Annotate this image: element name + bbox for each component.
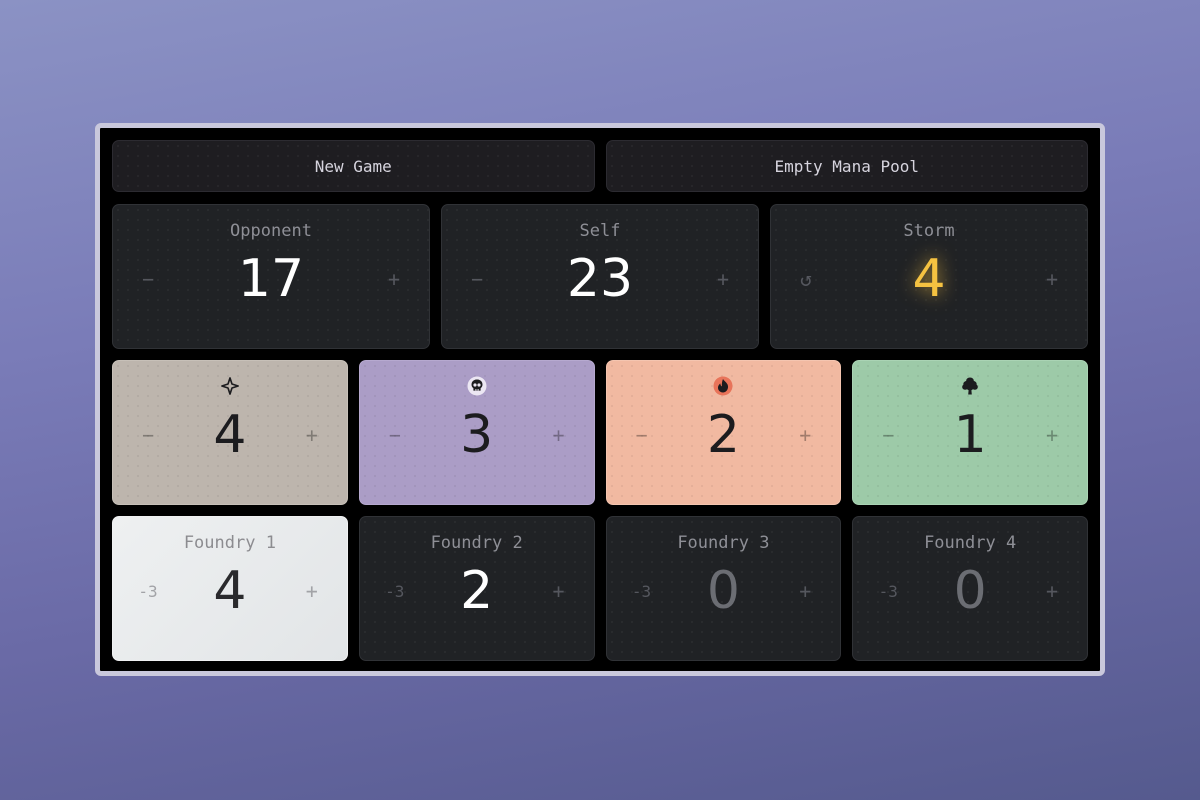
storm-increment-button[interactable]: +: [1034, 263, 1070, 295]
red-mana-icon: [607, 375, 841, 397]
foundry-4-counter: Foundry 4 -3 0 +: [852, 516, 1088, 661]
foundry-2-counter: Foundry 2 -3 2 +: [358, 516, 595, 661]
white-mana-icon: [113, 375, 347, 397]
foundry-4-label: Foundry 4: [924, 533, 1017, 553]
opponent-increment-button[interactable]: +: [376, 263, 412, 295]
foundry-3-label: Foundry 3: [677, 533, 770, 553]
self-increment-button[interactable]: +: [705, 263, 741, 295]
green-mana-counter: − 1 +: [852, 360, 1088, 505]
empty-mana-pool-button[interactable]: Empty Mana Pool: [605, 140, 1088, 192]
foundry-1-label: Foundry 1: [183, 533, 276, 553]
white-mana-counter: − 4 +: [112, 360, 348, 505]
black-mana-increment-button[interactable]: +: [541, 419, 577, 451]
red-mana-increment-button[interactable]: +: [787, 419, 823, 451]
new-game-button[interactable]: New Game: [112, 140, 595, 192]
opponent-label: Opponent: [230, 221, 312, 241]
foundry-1-increment-button[interactable]: +: [294, 575, 330, 607]
counter-app-frame: New Game Empty Mana Pool Opponent − 17 +…: [95, 123, 1105, 676]
green-mana-icon: [853, 375, 1087, 397]
foundry-2-label: Foundry 2: [430, 533, 523, 553]
foundry-3-counter: Foundry 3 -3 0 +: [605, 516, 842, 661]
white-mana-increment-button[interactable]: +: [294, 419, 330, 451]
foundry-3-increment-button[interactable]: +: [787, 575, 823, 607]
self-label: Self: [579, 221, 621, 241]
storm-label: Storm: [903, 221, 955, 241]
green-mana-increment-button[interactable]: +: [1034, 419, 1070, 451]
red-mana-counter: − 2 +: [605, 360, 842, 505]
storm-counter: Storm ↺ 4 +: [770, 204, 1088, 349]
foundry-4-increment-button[interactable]: +: [1034, 575, 1070, 607]
black-mana-icon: [360, 375, 594, 397]
foundry-1-counter: Foundry 1 -3 4 +: [112, 516, 348, 661]
self-life-counter: Self − 23 +: [441, 204, 759, 349]
black-mana-counter: − 3 +: [358, 360, 595, 505]
opponent-life-counter: Opponent − 17 +: [112, 204, 430, 349]
foundry-2-increment-button[interactable]: +: [541, 575, 577, 607]
